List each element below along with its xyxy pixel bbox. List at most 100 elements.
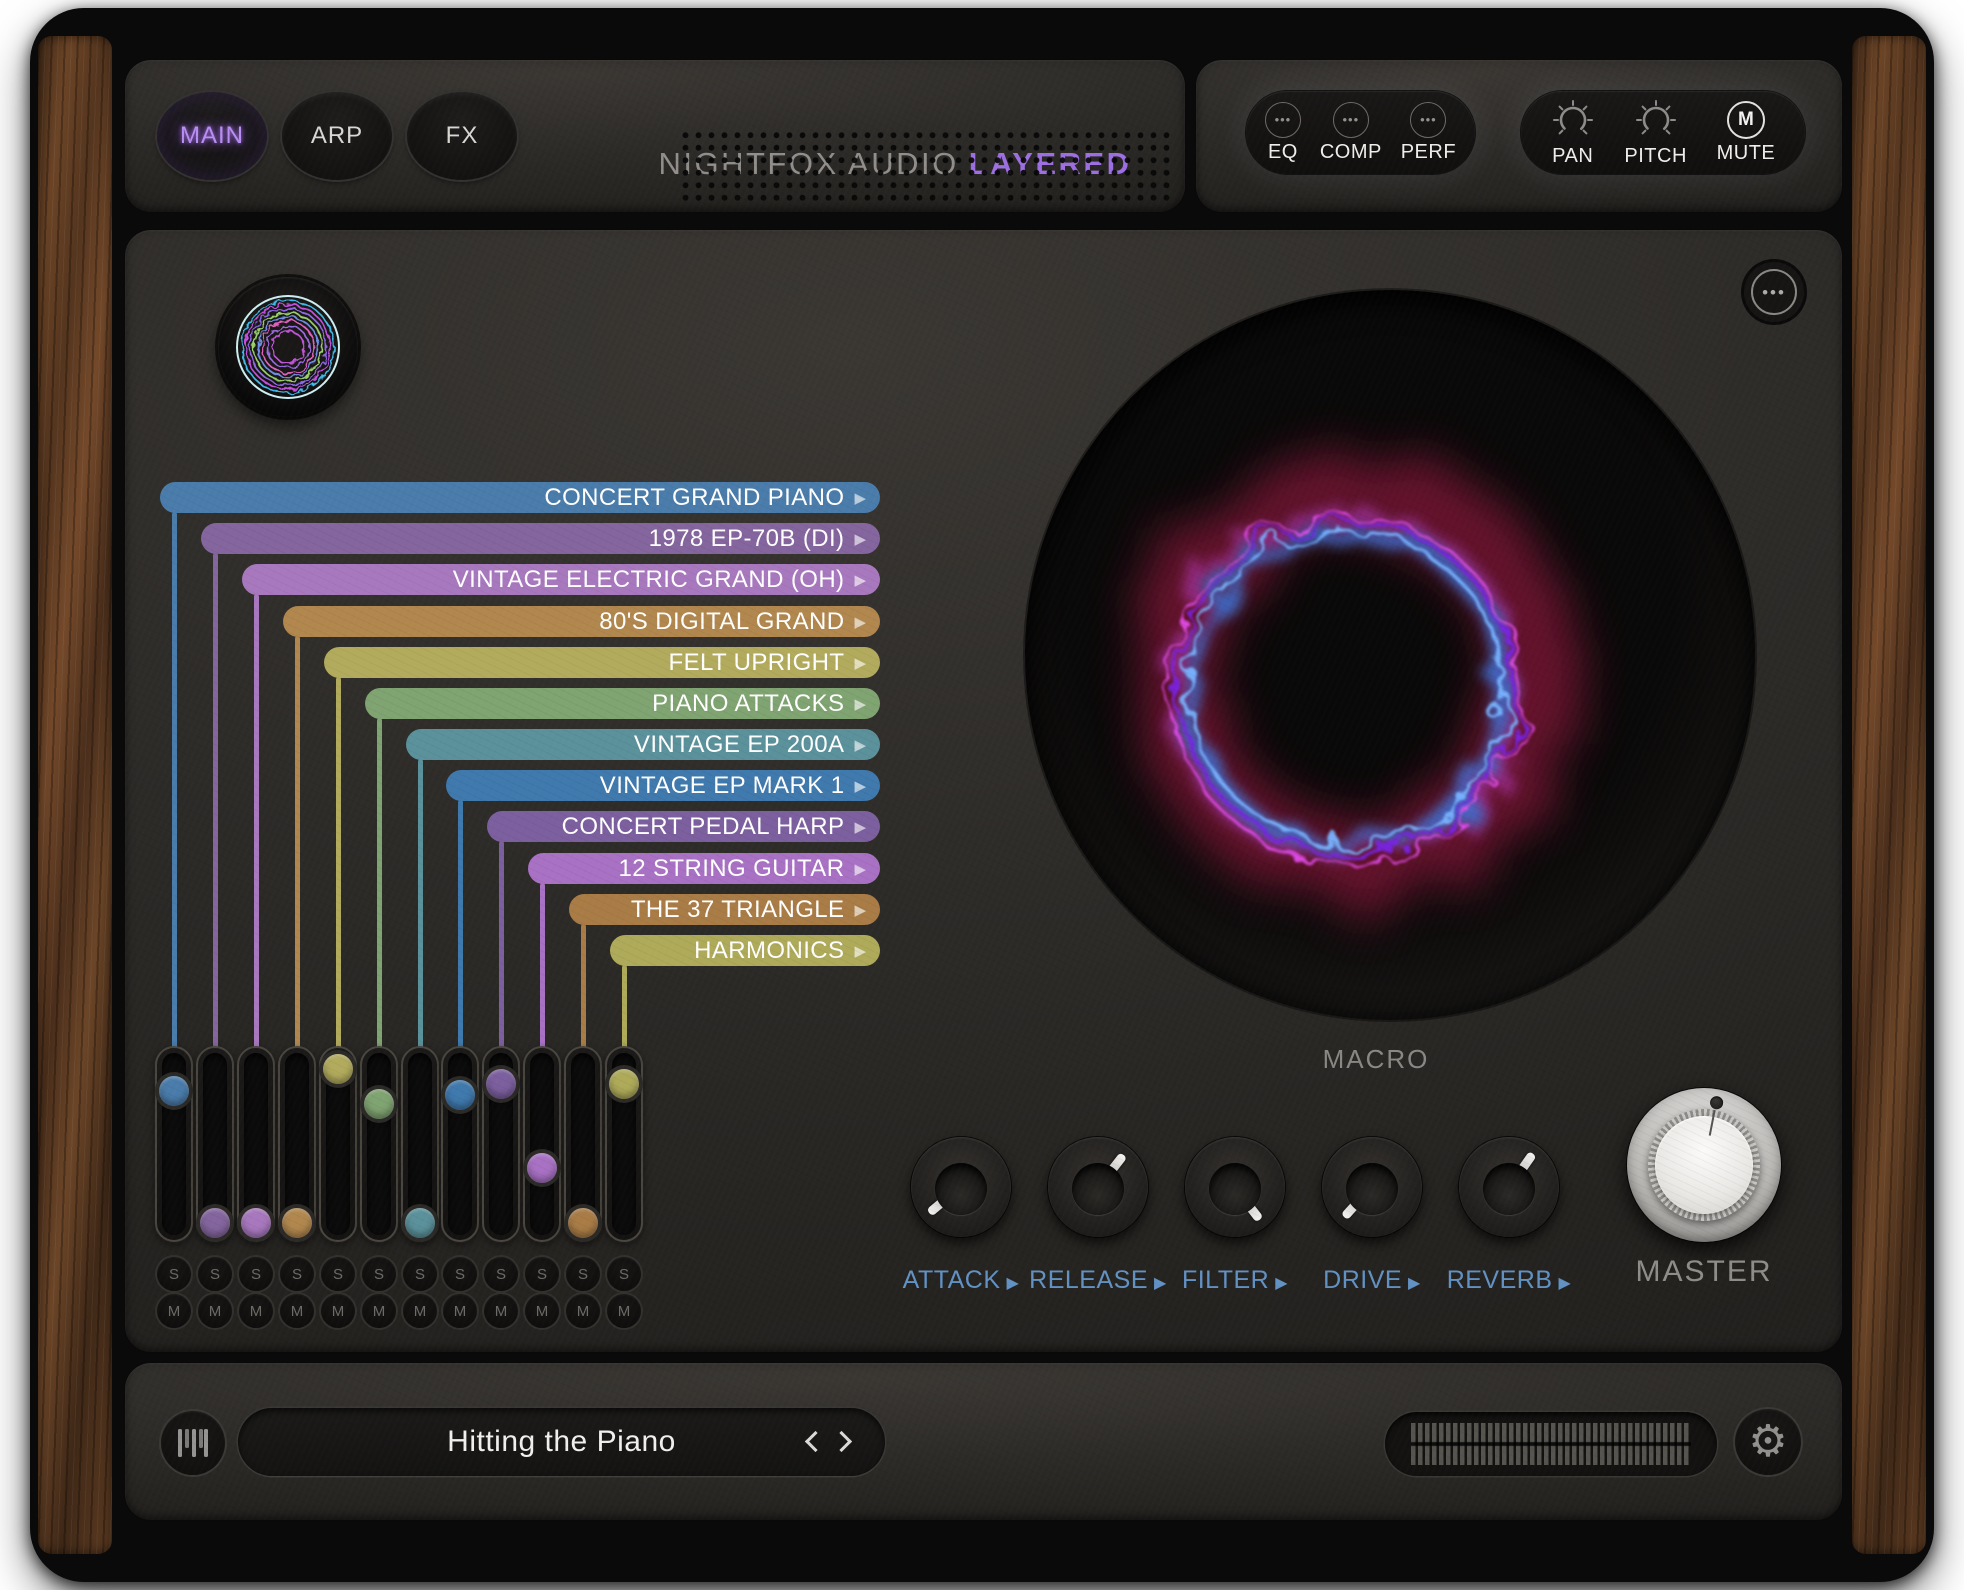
solo-button[interactable]: S	[484, 1257, 518, 1291]
attack-knob[interactable]	[911, 1137, 1011, 1237]
mute-layer-button[interactable]: M	[566, 1294, 600, 1328]
layer-volume-slider[interactable]	[482, 1046, 520, 1242]
layer-bar[interactable]: 1978 EP-70B (DI)▶	[201, 523, 880, 554]
slider-thumb[interactable]	[159, 1076, 189, 1106]
layer-volume-slider[interactable]	[278, 1046, 316, 1242]
solo-button[interactable]: S	[321, 1257, 355, 1291]
eq-button[interactable]: ••• EQ	[1265, 102, 1301, 164]
tab-arp[interactable]: ARP	[282, 92, 392, 180]
solo-button[interactable]: S	[607, 1257, 641, 1291]
slider-thumb[interactable]	[405, 1208, 435, 1238]
layer-volume-slider[interactable]	[237, 1046, 275, 1242]
knob-cup	[1209, 1163, 1261, 1215]
solo-button[interactable]: S	[239, 1257, 273, 1291]
layer-bar[interactable]: VINTAGE EP MARK 1▶	[446, 770, 880, 801]
dots-glyph: •••	[1342, 113, 1359, 126]
layer-volume-slider[interactable]	[155, 1046, 193, 1242]
eq-label: EQ	[1268, 141, 1298, 164]
solo-button[interactable]: S	[198, 1257, 232, 1291]
preset-prev-icon[interactable]	[805, 1431, 826, 1452]
solo-button[interactable]: S	[443, 1257, 477, 1291]
solo-button[interactable]: S	[566, 1257, 600, 1291]
layer-line	[622, 965, 627, 1050]
layer-name: 12 STRING GUITAR	[618, 855, 844, 883]
preset-selector[interactable]: Hitting the Piano	[238, 1408, 885, 1476]
settings-button[interactable]: ⚙	[1735, 1409, 1801, 1475]
pan-knob[interactable]: PAN	[1551, 98, 1595, 168]
slider-thumb[interactable]	[445, 1080, 475, 1110]
perf-dots-icon: •••	[1410, 102, 1446, 138]
mute-layer-button[interactable]: M	[198, 1294, 232, 1328]
knob-cup	[1072, 1163, 1124, 1215]
slider-thumb[interactable]	[609, 1069, 639, 1099]
tab-fx[interactable]: FX	[407, 92, 517, 180]
reverb-knob[interactable]	[1459, 1137, 1559, 1237]
slider-thumb[interactable]	[486, 1069, 516, 1099]
mute-layer-button[interactable]: M	[525, 1294, 559, 1328]
layer-bar[interactable]: CONCERT GRAND PIANO▶	[160, 482, 880, 513]
layer-bar[interactable]: 12 STRING GUITAR▶	[528, 853, 880, 884]
solo-label: S	[251, 1266, 261, 1283]
slider-thumb[interactable]	[241, 1208, 271, 1238]
preset-next-icon[interactable]	[831, 1431, 852, 1452]
mute-layer-button[interactable]: M	[607, 1294, 641, 1328]
solo-label: S	[292, 1266, 302, 1283]
layer-volume-slider[interactable]	[605, 1046, 643, 1242]
layer-volume-slider[interactable]	[360, 1046, 398, 1242]
layer-bar[interactable]: VINTAGE EP 200A▶	[406, 729, 880, 760]
slider-thumb[interactable]	[323, 1054, 353, 1084]
slider-thumb[interactable]	[568, 1208, 598, 1238]
layer-bar[interactable]: FELT UPRIGHT▶	[324, 647, 880, 678]
slider-thumb[interactable]	[200, 1208, 230, 1238]
knob-label-text: DRIVE	[1323, 1266, 1402, 1294]
layer-volume-slider[interactable]	[564, 1046, 602, 1242]
layer-bar[interactable]: THE 37 TRIANGLE▶	[569, 894, 880, 925]
layer-bar[interactable]: CONCERT PEDAL HARP▶	[487, 811, 880, 842]
release-knob[interactable]	[1048, 1137, 1148, 1237]
solo-button[interactable]: S	[157, 1257, 191, 1291]
layer-volume-slider[interactable]	[523, 1046, 561, 1242]
macro-pad[interactable]	[1025, 290, 1755, 1020]
reverb-label[interactable]: REVERB▶	[1424, 1266, 1594, 1295]
layer-volume-slider[interactable]	[441, 1046, 479, 1242]
solo-label: S	[455, 1266, 465, 1283]
perf-button[interactable]: ••• PERF	[1401, 102, 1456, 164]
layer-bar[interactable]: VINTAGE ELECTRIC GRAND (OH)▶	[242, 564, 880, 595]
slider-thumb[interactable]	[282, 1208, 312, 1238]
tab-fx-label: FX	[446, 122, 479, 150]
mute-layer-button[interactable]: M	[280, 1294, 314, 1328]
layer-volume-slider[interactable]	[319, 1046, 357, 1242]
drive-knob[interactable]	[1322, 1137, 1422, 1237]
mute-layer-button[interactable]: M	[403, 1294, 437, 1328]
keyboard-button[interactable]	[161, 1411, 225, 1475]
comp-button[interactable]: ••• COMP	[1320, 102, 1382, 164]
mute-layer-button[interactable]: M	[443, 1294, 477, 1328]
filter-knob[interactable]	[1185, 1137, 1285, 1237]
knob-cup	[935, 1163, 987, 1215]
slider-thumb[interactable]	[364, 1089, 394, 1119]
slider-thumb[interactable]	[527, 1153, 557, 1183]
mute-layer-button[interactable]: M	[484, 1294, 518, 1328]
layer-bar[interactable]: PIANO ATTACKS▶	[365, 688, 880, 719]
solo-button[interactable]: S	[362, 1257, 396, 1291]
layer-volume-slider[interactable]	[196, 1046, 234, 1242]
layer-bar[interactable]: HARMONICS▶	[610, 935, 880, 966]
mute-label: M	[454, 1303, 467, 1320]
solo-button[interactable]: S	[280, 1257, 314, 1291]
mute-layer-button[interactable]: M	[321, 1294, 355, 1328]
mute-button[interactable]: M MUTE	[1717, 101, 1776, 165]
mute-layer-button[interactable]: M	[239, 1294, 273, 1328]
master-knob[interactable]	[1627, 1088, 1781, 1242]
pitch-knob[interactable]: PITCH	[1624, 98, 1687, 168]
logo-rings-icon	[232, 291, 344, 403]
mute-layer-button[interactable]: M	[362, 1294, 396, 1328]
layer-name: VINTAGE ELECTRIC GRAND (OH)	[453, 566, 845, 594]
layer-volume-slider[interactable]	[401, 1046, 439, 1242]
macro-options-button[interactable]: •••	[1744, 262, 1804, 322]
layer-bar[interactable]: 80'S DIGITAL GRAND▶	[283, 606, 880, 637]
tab-main[interactable]: MAIN	[157, 92, 267, 180]
solo-button[interactable]: S	[403, 1257, 437, 1291]
mute-layer-button[interactable]: M	[157, 1294, 191, 1328]
solo-button[interactable]: S	[525, 1257, 559, 1291]
solo-label: S	[333, 1266, 343, 1283]
